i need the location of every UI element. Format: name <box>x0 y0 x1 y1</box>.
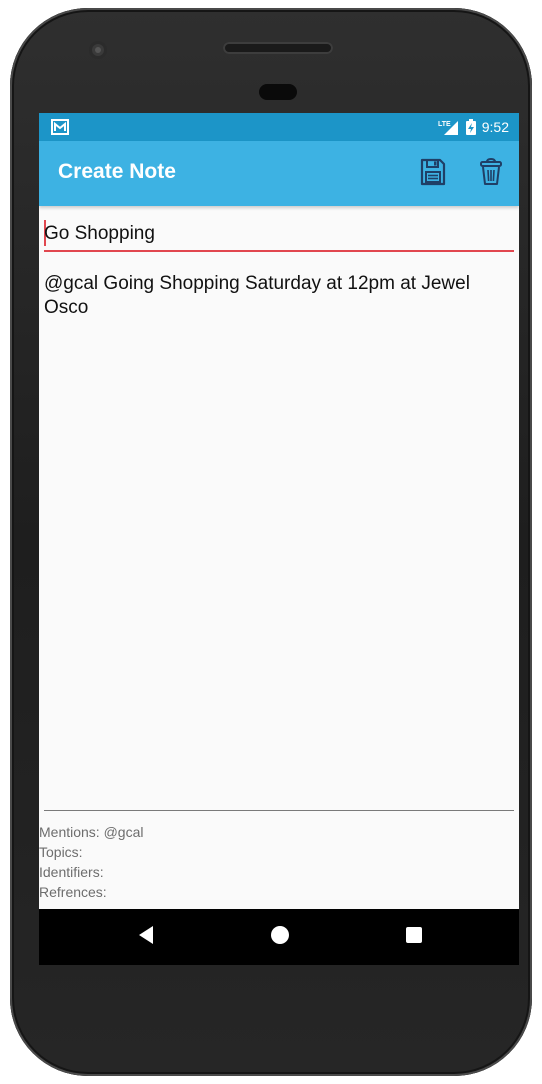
device-screen: LTE 9:52 Create Note Go Shopping @gcal G… <box>39 113 519 965</box>
svg-text:LTE: LTE <box>438 121 451 128</box>
gmail-icon <box>51 119 69 135</box>
system-nav-bar <box>39 909 519 965</box>
front-camera <box>92 44 104 56</box>
proximity-sensor <box>259 84 297 100</box>
topics-label: Topics: <box>39 844 83 860</box>
save-icon <box>420 158 446 191</box>
divider <box>44 810 514 811</box>
delete-button[interactable] <box>476 157 506 191</box>
status-bar: LTE 9:52 <box>39 113 519 141</box>
status-indicators: LTE 9:52 <box>438 118 509 136</box>
note-body-input[interactable]: @gcal Going Shopping Saturday at 12pm at… <box>44 272 514 792</box>
battery-charging-icon <box>465 119 476 135</box>
nav-home-button[interactable] <box>266 923 294 951</box>
lte-signal-icon: LTE <box>438 119 460 135</box>
nav-recents-button[interactable] <box>400 923 428 951</box>
app-bar: Create Note <box>39 141 519 206</box>
home-icon <box>270 925 290 950</box>
status-time: 9:52 <box>481 119 509 135</box>
mentions-label: Mentions: @gcal <box>39 824 144 840</box>
page-title: Create Note <box>58 160 176 183</box>
recents-icon <box>405 926 423 949</box>
note-metadata: Mentions: @gcal Topics: Identifiers: Ref… <box>39 822 519 902</box>
references-label: Refrences: <box>39 884 107 900</box>
identifiers-label: Identifiers: <box>39 864 104 880</box>
nav-back-button[interactable] <box>132 923 160 951</box>
back-icon <box>137 925 155 950</box>
earpiece-speaker <box>223 42 333 54</box>
save-button[interactable] <box>418 158 448 191</box>
trash-icon <box>480 157 502 191</box>
note-title-input[interactable]: Go Shopping <box>44 216 514 252</box>
note-title-value: Go Shopping <box>44 223 155 244</box>
